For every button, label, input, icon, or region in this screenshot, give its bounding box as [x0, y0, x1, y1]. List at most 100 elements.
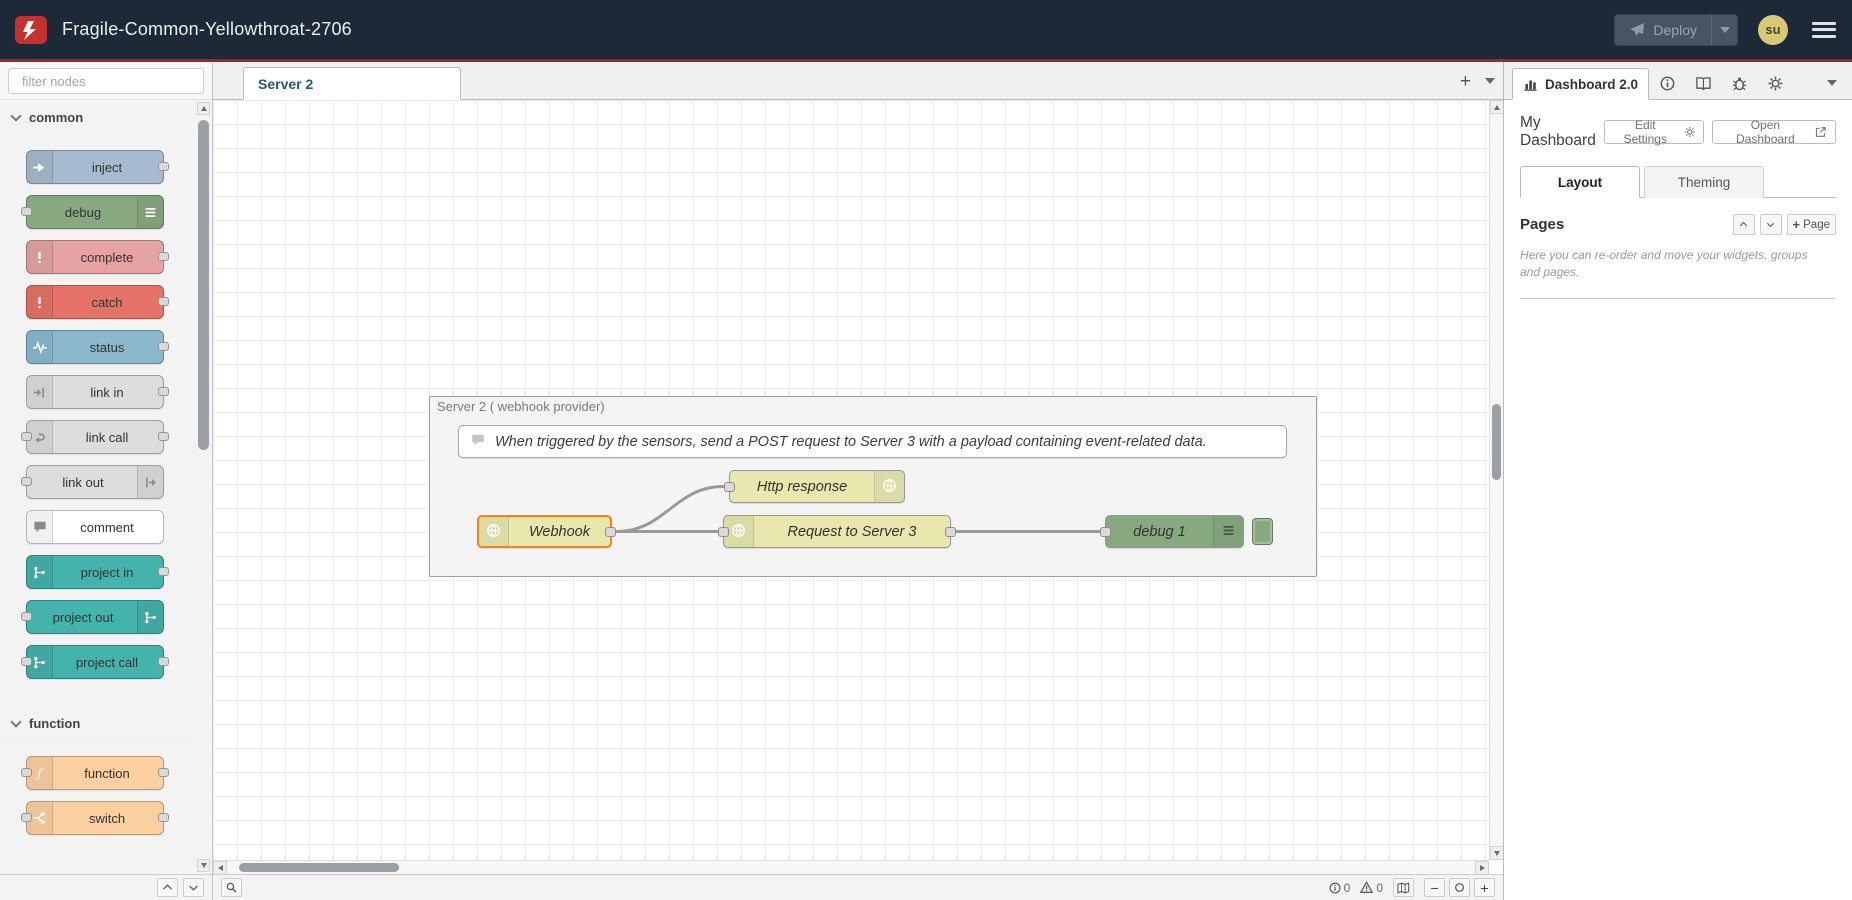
- node-output-port[interactable]: [945, 527, 956, 537]
- canvas-vertical-scrollbar[interactable]: [1489, 100, 1503, 860]
- zoom-in-button[interactable]: +: [1474, 878, 1495, 897]
- toggle-navigator-button[interactable]: [1393, 878, 1414, 897]
- tab-help[interactable]: [1685, 67, 1721, 99]
- node-input-port[interactable]: [21, 657, 32, 666]
- tab-dashboard-2[interactable]: Dashboard 2.0: [1512, 68, 1649, 100]
- palette-category-common[interactable]: common: [0, 100, 194, 136]
- node-output-port[interactable]: [158, 252, 169, 261]
- add-flow-button[interactable]: +: [1460, 72, 1471, 91]
- palette-category-function[interactable]: function: [0, 706, 194, 742]
- debug-toggle-button[interactable]: [1252, 518, 1273, 545]
- expand-categories-button[interactable]: [183, 878, 204, 897]
- node-debug-1[interactable]: debug 1: [1105, 515, 1244, 548]
- node-output-port[interactable]: [158, 657, 169, 666]
- scrollbar-thumb[interactable]: [198, 120, 209, 450]
- chevron-down-icon: [1766, 220, 1775, 229]
- node-input-port[interactable]: [21, 612, 32, 621]
- scroll-up-button[interactable]: [197, 102, 210, 115]
- project-icon: [137, 601, 163, 633]
- node-output-port[interactable]: [158, 342, 169, 351]
- tab-config-nodes[interactable]: [1757, 67, 1793, 99]
- node-input-port[interactable]: [21, 477, 32, 486]
- node-output-port[interactable]: [605, 527, 616, 537]
- palette-node-status[interactable]: status: [26, 330, 164, 364]
- node-input-port[interactable]: [21, 813, 32, 822]
- add-page-button[interactable]: +Page: [1787, 214, 1836, 235]
- search-flows-button[interactable]: [221, 878, 242, 897]
- node-input-port[interactable]: [21, 207, 32, 216]
- node-output-port[interactable]: [158, 567, 169, 576]
- info-icon: [1660, 76, 1675, 91]
- deploy-button[interactable]: Deploy: [1614, 14, 1738, 46]
- zoom-out-button[interactable]: −: [1424, 878, 1445, 897]
- flow-list-caret[interactable]: [1485, 78, 1495, 84]
- scroll-up-button[interactable]: [1490, 100, 1503, 114]
- palette-node-comment[interactable]: comment: [26, 510, 164, 544]
- palette-node-debug[interactable]: debug: [26, 195, 164, 229]
- palette-node-inject[interactable]: inject: [26, 150, 164, 184]
- palette-node-complete[interactable]: complete: [26, 240, 164, 274]
- dashboard-sidebar-panel: My Dashboard Edit Settings Open Dashboar…: [1504, 100, 1852, 313]
- scroll-right-button[interactable]: [1475, 861, 1489, 874]
- chevron-down-icon: [1720, 27, 1730, 33]
- move-page-down-button[interactable]: [1760, 214, 1782, 235]
- node-input-port[interactable]: [21, 768, 32, 777]
- scrollbar-thumb[interactable]: [239, 863, 399, 872]
- node-output-port[interactable]: [158, 387, 169, 396]
- complete-icon: [27, 241, 53, 273]
- collapse-categories-button[interactable]: [157, 878, 178, 897]
- palette-node-link-out[interactable]: link out: [26, 465, 164, 499]
- palette-node-link-call[interactable]: link call: [26, 420, 164, 454]
- comment-node[interactable]: When triggered by the sensors, send a PO…: [458, 425, 1287, 458]
- node-input-port[interactable]: [1100, 527, 1111, 537]
- move-page-up-button[interactable]: [1733, 214, 1755, 235]
- node-input-port[interactable]: [21, 432, 32, 441]
- warning-icon: [1360, 881, 1373, 894]
- node-output-port[interactable]: [158, 297, 169, 306]
- sidebar-menu-caret[interactable]: [1820, 67, 1844, 99]
- palette-node-catch[interactable]: catch: [26, 285, 164, 319]
- scroll-down-button[interactable]: [197, 859, 210, 872]
- scroll-left-button[interactable]: [213, 861, 227, 874]
- node-http-response[interactable]: Http response: [729, 470, 905, 503]
- edit-settings-button[interactable]: Edit Settings: [1604, 120, 1704, 144]
- scroll-down-button[interactable]: [1490, 846, 1503, 860]
- node-output-port[interactable]: [158, 432, 169, 441]
- node-request-to-server-3[interactable]: Request to Server 3: [723, 515, 951, 548]
- palette-scrollbar[interactable]: [197, 102, 210, 872]
- right-sidebar: Dashboard 2.0 My Dashboard Edit Settings: [1503, 62, 1852, 900]
- node-output-port[interactable]: [158, 813, 169, 822]
- node-webhook[interactable]: Webhook: [477, 515, 612, 548]
- palette-node-project-out[interactable]: project out: [26, 600, 164, 634]
- plus-icon: +: [1793, 218, 1801, 231]
- open-dashboard-button[interactable]: Open Dashboard: [1712, 120, 1836, 144]
- group-label: Server 2 ( webhook provider): [437, 399, 605, 414]
- tab-info[interactable]: [1649, 67, 1685, 99]
- deploy-options-caret[interactable]: [1711, 15, 1737, 45]
- tab-debug-messages[interactable]: [1721, 67, 1757, 99]
- palette-node-switch[interactable]: switch: [26, 801, 164, 835]
- main-menu-button[interactable]: [1812, 22, 1836, 38]
- palette-node-project-in[interactable]: project in: [26, 555, 164, 589]
- flow-tab-server-2[interactable]: Server 2: [243, 67, 461, 100]
- error-count: 0: [1329, 881, 1351, 895]
- flow-canvas[interactable]: Server 2 ( webhook provider) When trigge…: [213, 100, 1489, 860]
- user-avatar[interactable]: su: [1758, 15, 1788, 45]
- status-icon: [27, 331, 53, 363]
- palette-node-function[interactable]: ffunction: [26, 756, 164, 790]
- palette-node-project-call[interactable]: project call: [26, 645, 164, 679]
- tab-layout[interactable]: Layout: [1520, 166, 1640, 198]
- node-output-port[interactable]: [158, 162, 169, 171]
- scrollbar-thumb[interactable]: [1492, 404, 1501, 480]
- zoom-reset-button[interactable]: [1449, 878, 1470, 897]
- palette-node-link-in[interactable]: link in: [26, 375, 164, 409]
- tab-theming[interactable]: Theming: [1644, 166, 1764, 198]
- palette-footer: [0, 874, 212, 900]
- node-input-port[interactable]: [718, 527, 729, 537]
- filter-nodes-input[interactable]: [22, 74, 198, 89]
- node-output-port[interactable]: [158, 768, 169, 777]
- workspace-tabbar: Server 2 +: [213, 62, 1503, 100]
- node-palette: common inject debug complete catch status link…: [0, 62, 213, 900]
- canvas-horizontal-scrollbar[interactable]: [213, 860, 1489, 874]
- node-input-port[interactable]: [724, 482, 735, 492]
